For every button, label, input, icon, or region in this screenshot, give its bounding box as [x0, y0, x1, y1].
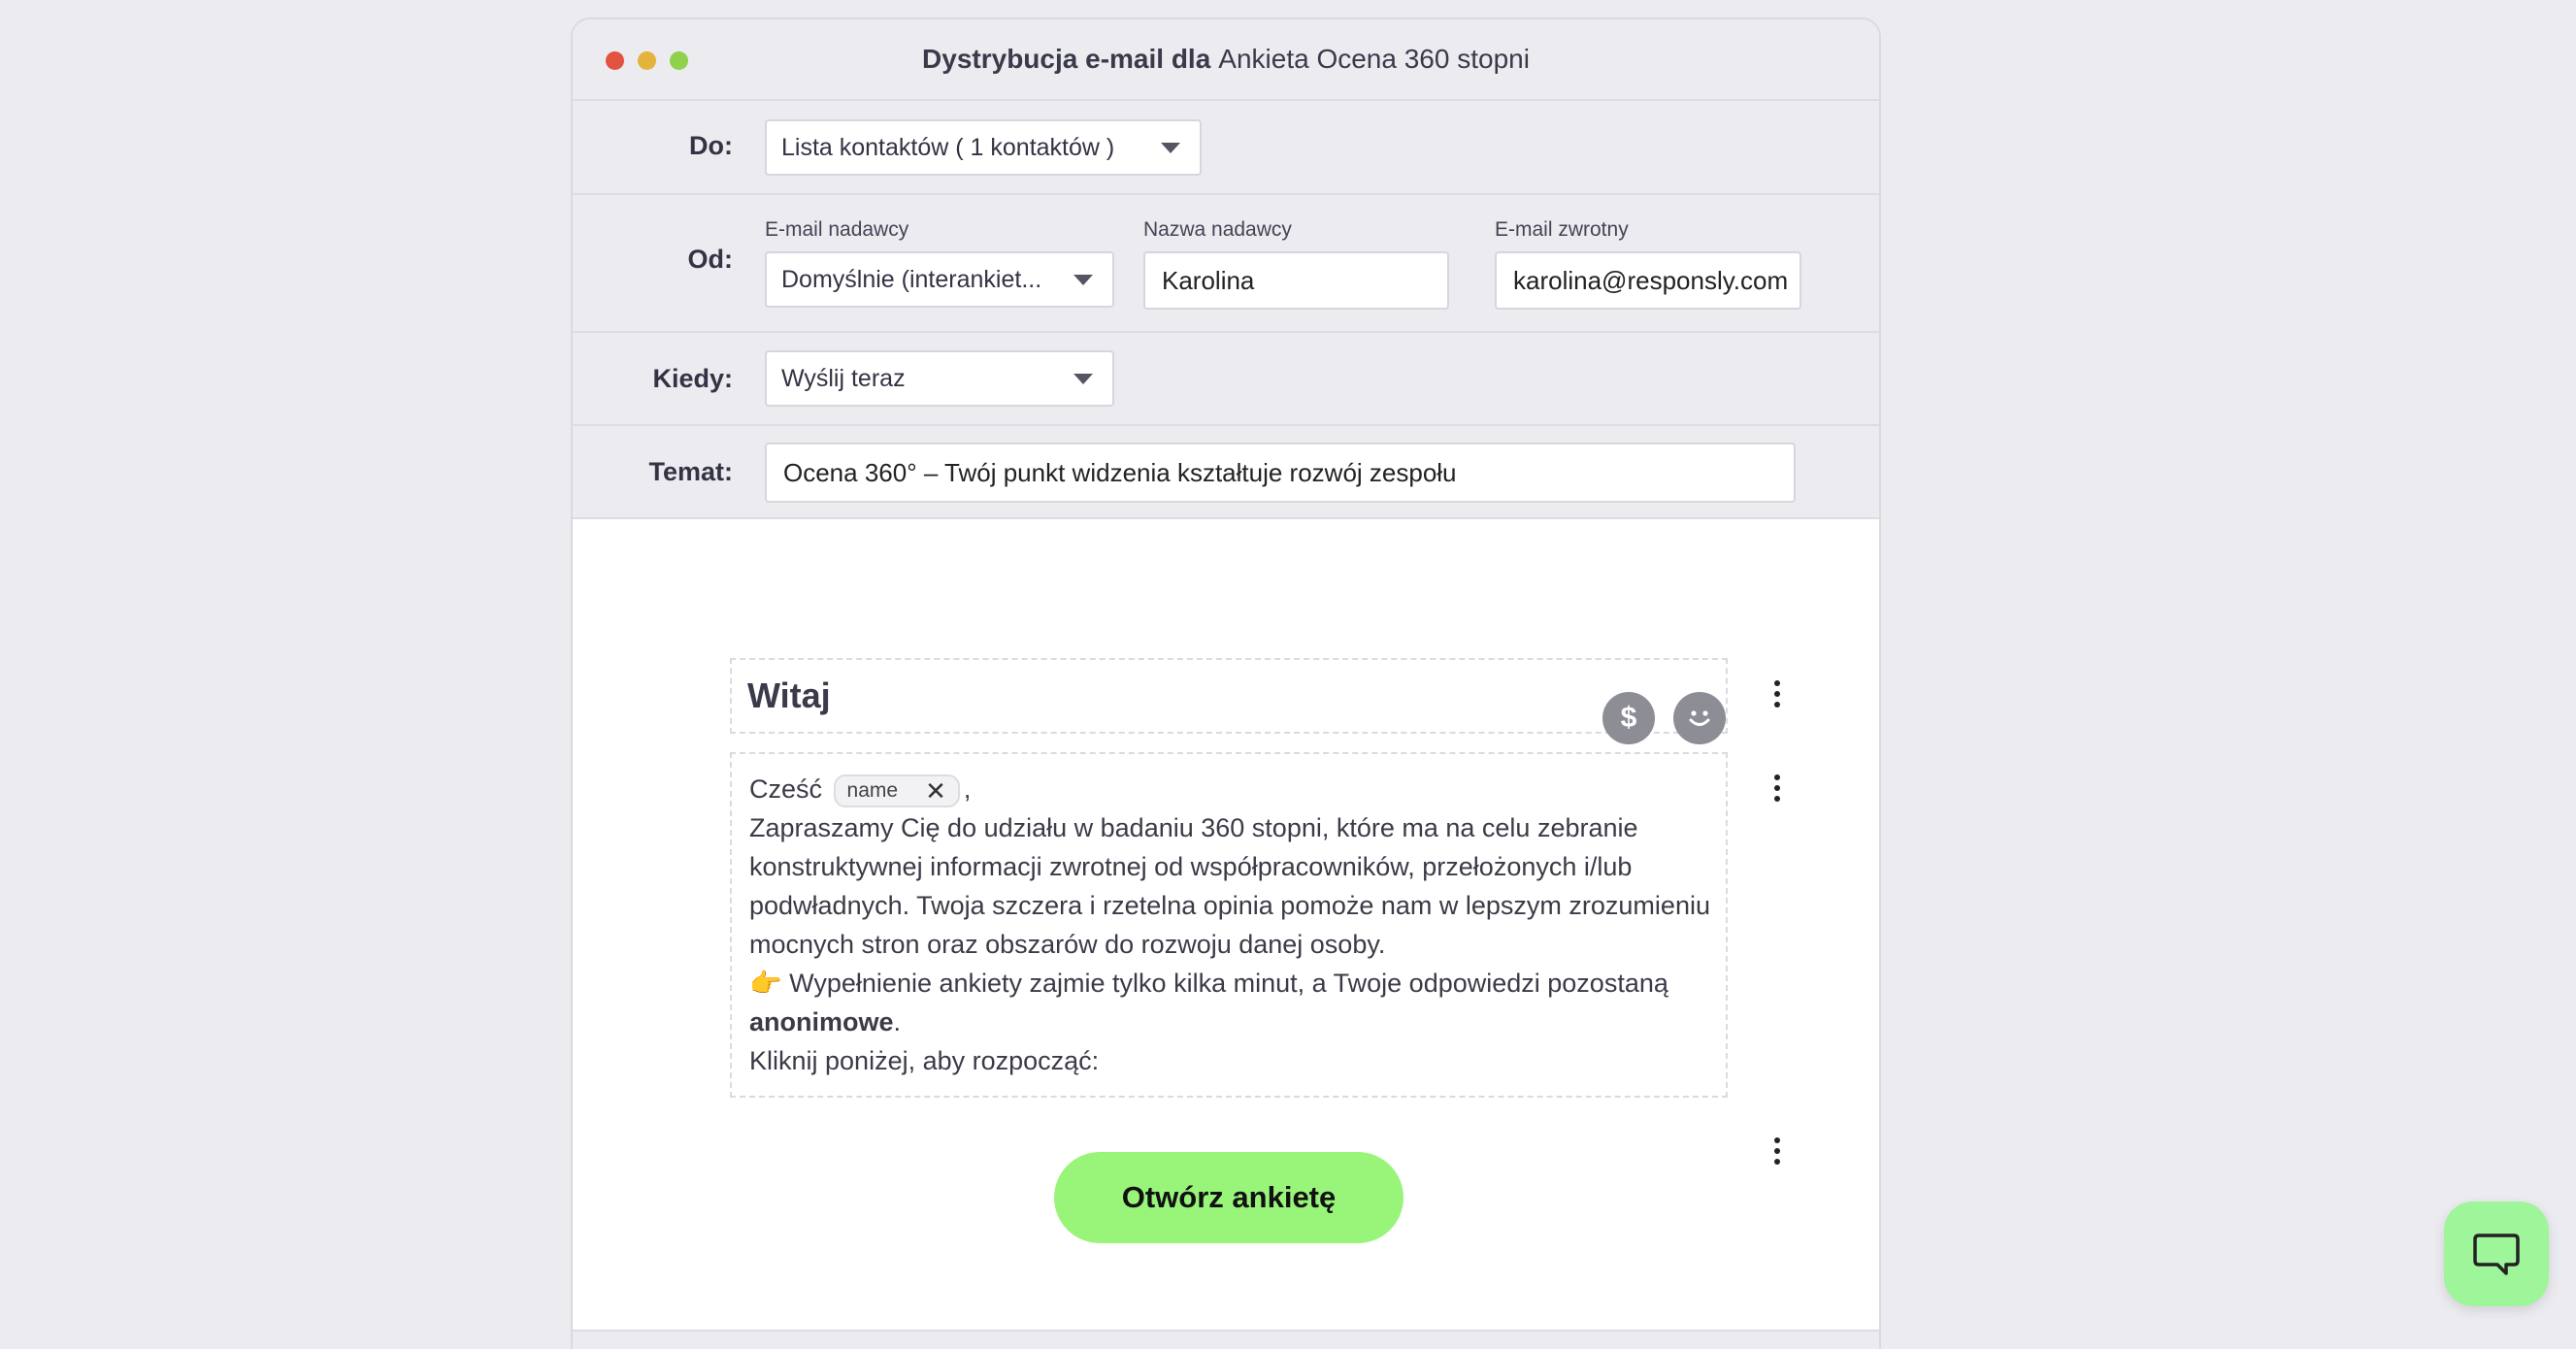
- button-block-more-icon[interactable]: [1767, 1134, 1787, 1168]
- sender-name-value: Karolina: [1162, 265, 1255, 295]
- send-time-label: Kiedy:: [652, 364, 733, 393]
- window-titlebar: Dystrybucja e-mail dla Ankieta Ocena 360 …: [573, 19, 1879, 101]
- body-paragraph-1: Zapraszamy Cię do udziału w badaniu 360 …: [749, 813, 1710, 959]
- chat-bubble-icon: [2473, 1234, 2520, 1275]
- window-controls: [606, 51, 688, 70]
- smiley-icon[interactable]: [1673, 692, 1726, 744]
- sender-email-select[interactable]: Domyślnie (interankiet...: [765, 251, 1114, 308]
- email-distribution-window: Dystrybucja e-mail dla Ankieta Ocena 360 …: [571, 17, 1881, 1349]
- open-survey-button[interactable]: Otwórz ankietę: [1054, 1152, 1404, 1243]
- greeting-comma: ,: [963, 774, 972, 804]
- window-title: Dystrybucja e-mail dla Ankieta Ocena 360 …: [922, 44, 1530, 75]
- maximize-window-button[interactable]: [670, 51, 688, 70]
- window-title-survey: Ankieta Ocena 360 stopni: [1218, 44, 1530, 74]
- send-time-value: Wyślij teraz: [781, 364, 906, 392]
- recipient-label: Do:: [689, 131, 733, 160]
- subject-label: Temat:: [648, 457, 733, 486]
- sender-row: Od: E-mail nadawcy Domyślnie (interankie…: [573, 195, 1879, 333]
- email-body-text[interactable]: Cześć name ✕ , Zapraszamy Cię do udziału…: [749, 770, 1712, 1080]
- recipient-row: Do: Lista kontaktów ( 1 kontaktów ): [573, 101, 1879, 195]
- name-merge-tag[interactable]: name ✕: [833, 773, 960, 807]
- chevron-down-icon: [1073, 275, 1093, 285]
- minimize-window-button[interactable]: [638, 51, 656, 70]
- close-window-button[interactable]: [606, 51, 624, 70]
- sender-label: Od:: [687, 245, 734, 274]
- reply-email-input[interactable]: karolina@responsly.com: [1495, 251, 1801, 310]
- recipient-list-select[interactable]: Lista kontaktów ( 1 kontaktów ): [765, 119, 1202, 176]
- heading-block-more-icon[interactable]: [1767, 676, 1787, 711]
- greeting-line: Cześć name ✕ ,: [749, 770, 1712, 808]
- anonymous-bold-text: anonimowe: [749, 1007, 894, 1036]
- chat-support-button[interactable]: [2444, 1201, 2549, 1306]
- subject-value: Ocena 360° – Twój punkt widzenia kształt…: [783, 457, 1457, 487]
- sender-email-label: E-mail nadawcy: [765, 218, 909, 241]
- reply-email-value: karolina@responsly.com: [1513, 265, 1789, 295]
- dollar-icon[interactable]: $: [1602, 692, 1655, 744]
- sender-name-input[interactable]: Karolina: [1143, 251, 1449, 310]
- recipient-list-value: Lista kontaktów ( 1 kontaktów ): [781, 133, 1115, 161]
- body-paragraph-2-prefix: Wypełnienie ankiety zajmie tylko kilka m…: [789, 969, 1668, 998]
- window-title-bold: Dystrybucja e-mail dla: [922, 44, 1211, 74]
- sender-email-value: Domyślnie (interankiet...: [781, 265, 1042, 293]
- email-editor: Witaj $ Cześć name ✕ , Zapraszamy Cię do…: [573, 519, 1879, 1349]
- email-heading[interactable]: Witaj: [747, 675, 831, 716]
- subject-row: Temat: Ocena 360° – Twój punkt widzenia …: [573, 426, 1879, 519]
- body-paragraph-2: 👉 Wypełnienie ankiety zajmie tylko kilka…: [749, 964, 1712, 1041]
- send-time-select[interactable]: Wyślij teraz: [765, 350, 1114, 407]
- text-block-more-icon[interactable]: [1767, 771, 1787, 806]
- text-block[interactable]: Cześć name ✕ , Zapraszamy Cię do udziału…: [730, 752, 1728, 1098]
- reply-email-label: E-mail zwrotny: [1495, 218, 1629, 241]
- body-paragraph-3: Kliknij poniżej, aby rozpocząć:: [749, 1046, 1100, 1075]
- send-time-row: Kiedy: Wyślij teraz: [573, 333, 1879, 426]
- subject-input[interactable]: Ocena 360° – Twój punkt widzenia kształt…: [765, 443, 1796, 503]
- sender-name-label: Nazwa nadawcy: [1143, 218, 1292, 241]
- editor-footer-strip: [573, 1330, 1879, 1349]
- smiley-face-icon: [1689, 710, 1710, 726]
- heading-block[interactable]: Witaj: [730, 658, 1728, 734]
- chevron-down-icon: [1161, 143, 1180, 153]
- greeting-word: Cześć: [749, 774, 823, 804]
- body-paragraph-2-suffix: .: [893, 1007, 902, 1036]
- chevron-down-icon: [1073, 374, 1093, 384]
- name-tag-label: name: [846, 778, 899, 802]
- close-icon[interactable]: ✕: [925, 778, 946, 804]
- pointing-hand-icon: 👉: [749, 969, 782, 998]
- dollar-symbol: $: [1620, 702, 1637, 734]
